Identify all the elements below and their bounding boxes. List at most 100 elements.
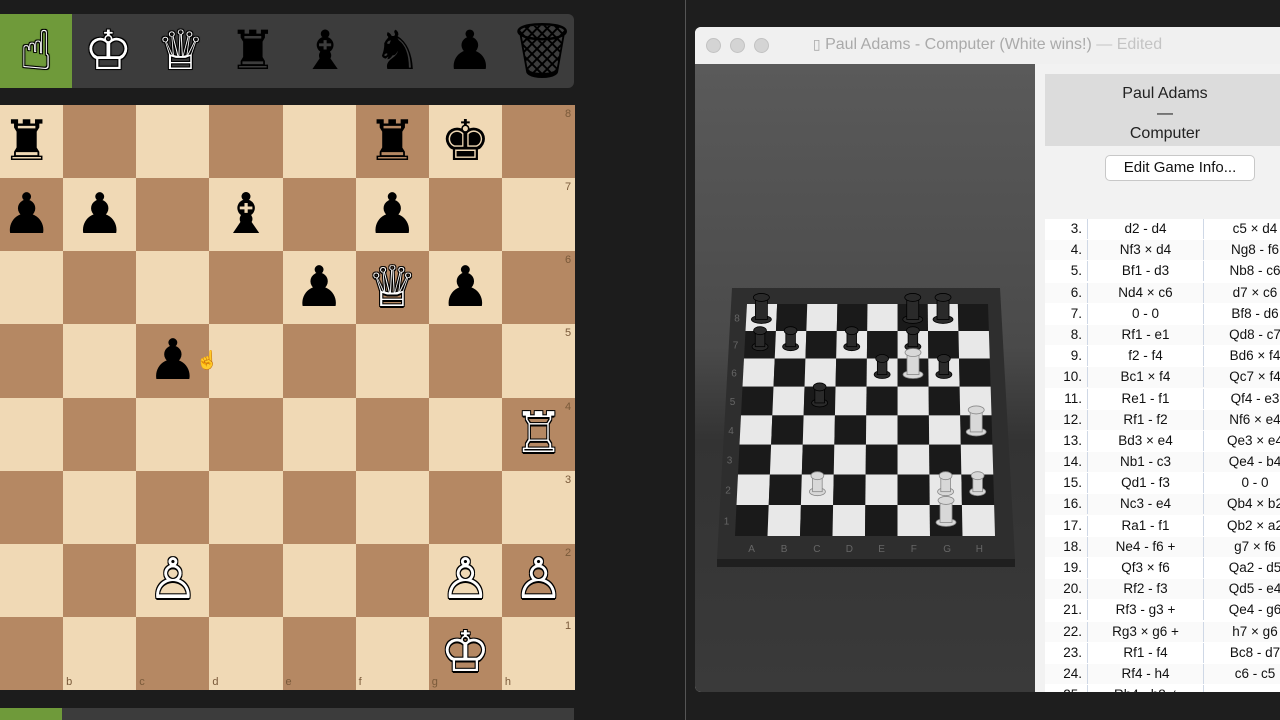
square-c1[interactable] (136, 616, 210, 690)
black-move[interactable]: Qb4 × b2 (1205, 494, 1280, 514)
square-e3[interactable] (282, 470, 356, 544)
square-d2[interactable] (209, 543, 283, 617)
square-3d-g5[interactable] (928, 386, 961, 416)
square-3d-e4[interactable] (865, 415, 898, 445)
square-3d-b5[interactable] (772, 386, 805, 416)
square-3d-e1[interactable] (865, 504, 898, 536)
square-3d-d3[interactable] (833, 444, 866, 475)
move-row[interactable]: 5. Bf1 - d3 Nb8 - c6 (1045, 261, 1280, 283)
square-3d-f3[interactable] (897, 444, 930, 475)
square-b3[interactable] (63, 470, 137, 544)
black-move[interactable]: Qe3 × e4 (1205, 431, 1280, 451)
move-row[interactable]: 20. Rf2 - f3 Qd5 - e4 (1045, 579, 1280, 601)
square-c8[interactable] (136, 105, 210, 179)
square-3d-a3[interactable] (738, 444, 772, 475)
black-piece-a7[interactable]: ♟ (0, 178, 63, 251)
square-3d-a5[interactable] (741, 386, 774, 416)
square-b6[interactable] (63, 251, 137, 325)
square-3d-h1[interactable] (961, 504, 995, 536)
square-a4[interactable] (0, 397, 64, 471)
white-move[interactable]: Nb1 - c3 (1087, 452, 1204, 473)
black-move[interactable]: Qe4 - g6 (1205, 600, 1280, 620)
black-move[interactable]: Qf4 - e3 (1205, 389, 1280, 409)
square-3d-c4[interactable] (802, 415, 835, 445)
square-f2[interactable] (355, 543, 429, 617)
white-move[interactable]: Nc3 - e4 (1087, 494, 1204, 515)
square-a2[interactable] (0, 543, 64, 617)
move-row[interactable]: 16. Nc3 - e4 Qb4 × b2 (1045, 494, 1280, 516)
square-3d-h3[interactable] (960, 444, 994, 475)
square-3d-d2[interactable] (833, 474, 866, 505)
black-piece-e6[interactable]: ♟ (283, 251, 356, 324)
square-3d-g3[interactable] (929, 444, 962, 475)
move-row[interactable]: 15. Qd1 - f3 0 - 0 (1045, 473, 1280, 495)
square-g5[interactable] (428, 324, 502, 398)
move-row[interactable]: 18. Ne4 - f6 + g7 × f6 (1045, 536, 1280, 558)
black-move[interactable]: Bf8 - d6 (1205, 304, 1280, 324)
white-move[interactable]: Rf2 - f3 (1087, 579, 1204, 600)
black-piece-f8[interactable]: ♜ (356, 105, 429, 178)
square-3d-f4[interactable] (897, 415, 930, 445)
square-3d-c6[interactable] (804, 358, 837, 387)
black-move[interactable]: h7 × g6 (1205, 622, 1280, 642)
black-rook-icon[interactable]: ♜ (217, 14, 289, 88)
square-3d-b3[interactable] (769, 444, 803, 475)
white-piece-h4[interactable]: ♖ (502, 398, 575, 471)
white-move[interactable]: Rf4 - h4 (1087, 663, 1204, 684)
square-a6[interactable] (0, 251, 64, 325)
square-3d-c1[interactable] (800, 504, 834, 536)
square-f5[interactable] (355, 324, 429, 398)
white-piece-h2[interactable]: ♙ (502, 544, 575, 617)
square-c3[interactable] (136, 470, 210, 544)
square-3d-e2[interactable] (865, 474, 898, 505)
square-b1[interactable] (63, 616, 137, 690)
move-row[interactable]: 23. Rf1 - f4 Bc8 - d7 (1045, 642, 1280, 664)
square-3d-a2[interactable] (736, 474, 770, 505)
white-move[interactable]: Qf3 × f6 (1087, 558, 1204, 578)
white-move[interactable]: d2 - d4 (1087, 219, 1204, 239)
square-3d-h6[interactable] (959, 358, 991, 387)
move-row[interactable]: 9. f2 - f4 Bd6 × f4 (1045, 346, 1280, 368)
black-move[interactable]: Ng8 - f6 (1205, 240, 1280, 260)
black-pawn-icon[interactable]: ♟ (434, 14, 506, 88)
white-move[interactable]: Ne4 - f6 + (1087, 536, 1204, 557)
black-piece-a8[interactable]: ♜ (0, 105, 63, 178)
black-move[interactable]: Qa2 - d5 (1205, 558, 1280, 578)
move-row[interactable]: 25. Rh4 - h8 ≠ (1045, 685, 1280, 692)
black-move[interactable]: Qd5 - e4 (1205, 579, 1280, 599)
black-piece-b7[interactable]: ♟ (63, 178, 136, 251)
square-b2[interactable] (63, 543, 137, 617)
move-row[interactable]: 7. 0 - 0 Bf8 - d6 (1045, 303, 1280, 325)
move-row[interactable]: 21. Rf3 - g3 + Qe4 - g6 (1045, 600, 1280, 622)
black-move[interactable]: c6 - c5 (1205, 664, 1280, 684)
white-move[interactable]: Rf1 - f4 (1087, 642, 1204, 663)
square-g3[interactable] (428, 470, 502, 544)
square-d4[interactable] (209, 397, 283, 471)
white-move[interactable]: Bf1 - d3 (1087, 261, 1204, 282)
square-3d-e3[interactable] (865, 444, 898, 475)
square-g4[interactable] (428, 397, 502, 471)
black-move[interactable]: Qb2 × a2 (1205, 516, 1280, 536)
square-e2[interactable] (282, 543, 356, 617)
hand-cursor-icon[interactable]: ☝ (0, 14, 72, 88)
black-move[interactable]: d7 × c6 (1205, 283, 1280, 303)
square-g7[interactable] (428, 178, 502, 252)
black-piece-f7[interactable]: ♟ (356, 178, 429, 251)
square-e4[interactable] (282, 397, 356, 471)
move-row[interactable]: 22. Rg3 × g6 + h7 × g6 (1045, 621, 1280, 643)
square-c6[interactable] (136, 251, 210, 325)
square-3d-a1[interactable] (735, 504, 769, 536)
move-row[interactable]: 17. Ra1 - f1 Qb2 × a2 (1045, 515, 1280, 537)
white-queen-icon[interactable]: ♕ (145, 14, 217, 88)
white-move[interactable]: Qd1 - f3 (1087, 473, 1204, 494)
black-move[interactable]: Bc8 - d7 (1205, 643, 1280, 663)
white-move[interactable]: Bd3 × e4 (1087, 430, 1204, 451)
square-3d-c8[interactable] (806, 304, 838, 331)
board-3d[interactable]: A B C D E F G H 8 7 6 5 4 3 2 1 (695, 64, 1035, 692)
square-b5[interactable] (63, 324, 137, 398)
square-3d-f5[interactable] (897, 386, 929, 416)
square-e7[interactable] (282, 178, 356, 252)
square-3d-d6[interactable] (835, 358, 867, 387)
square-d6[interactable] (209, 251, 283, 325)
square-c4[interactable] (136, 397, 210, 471)
